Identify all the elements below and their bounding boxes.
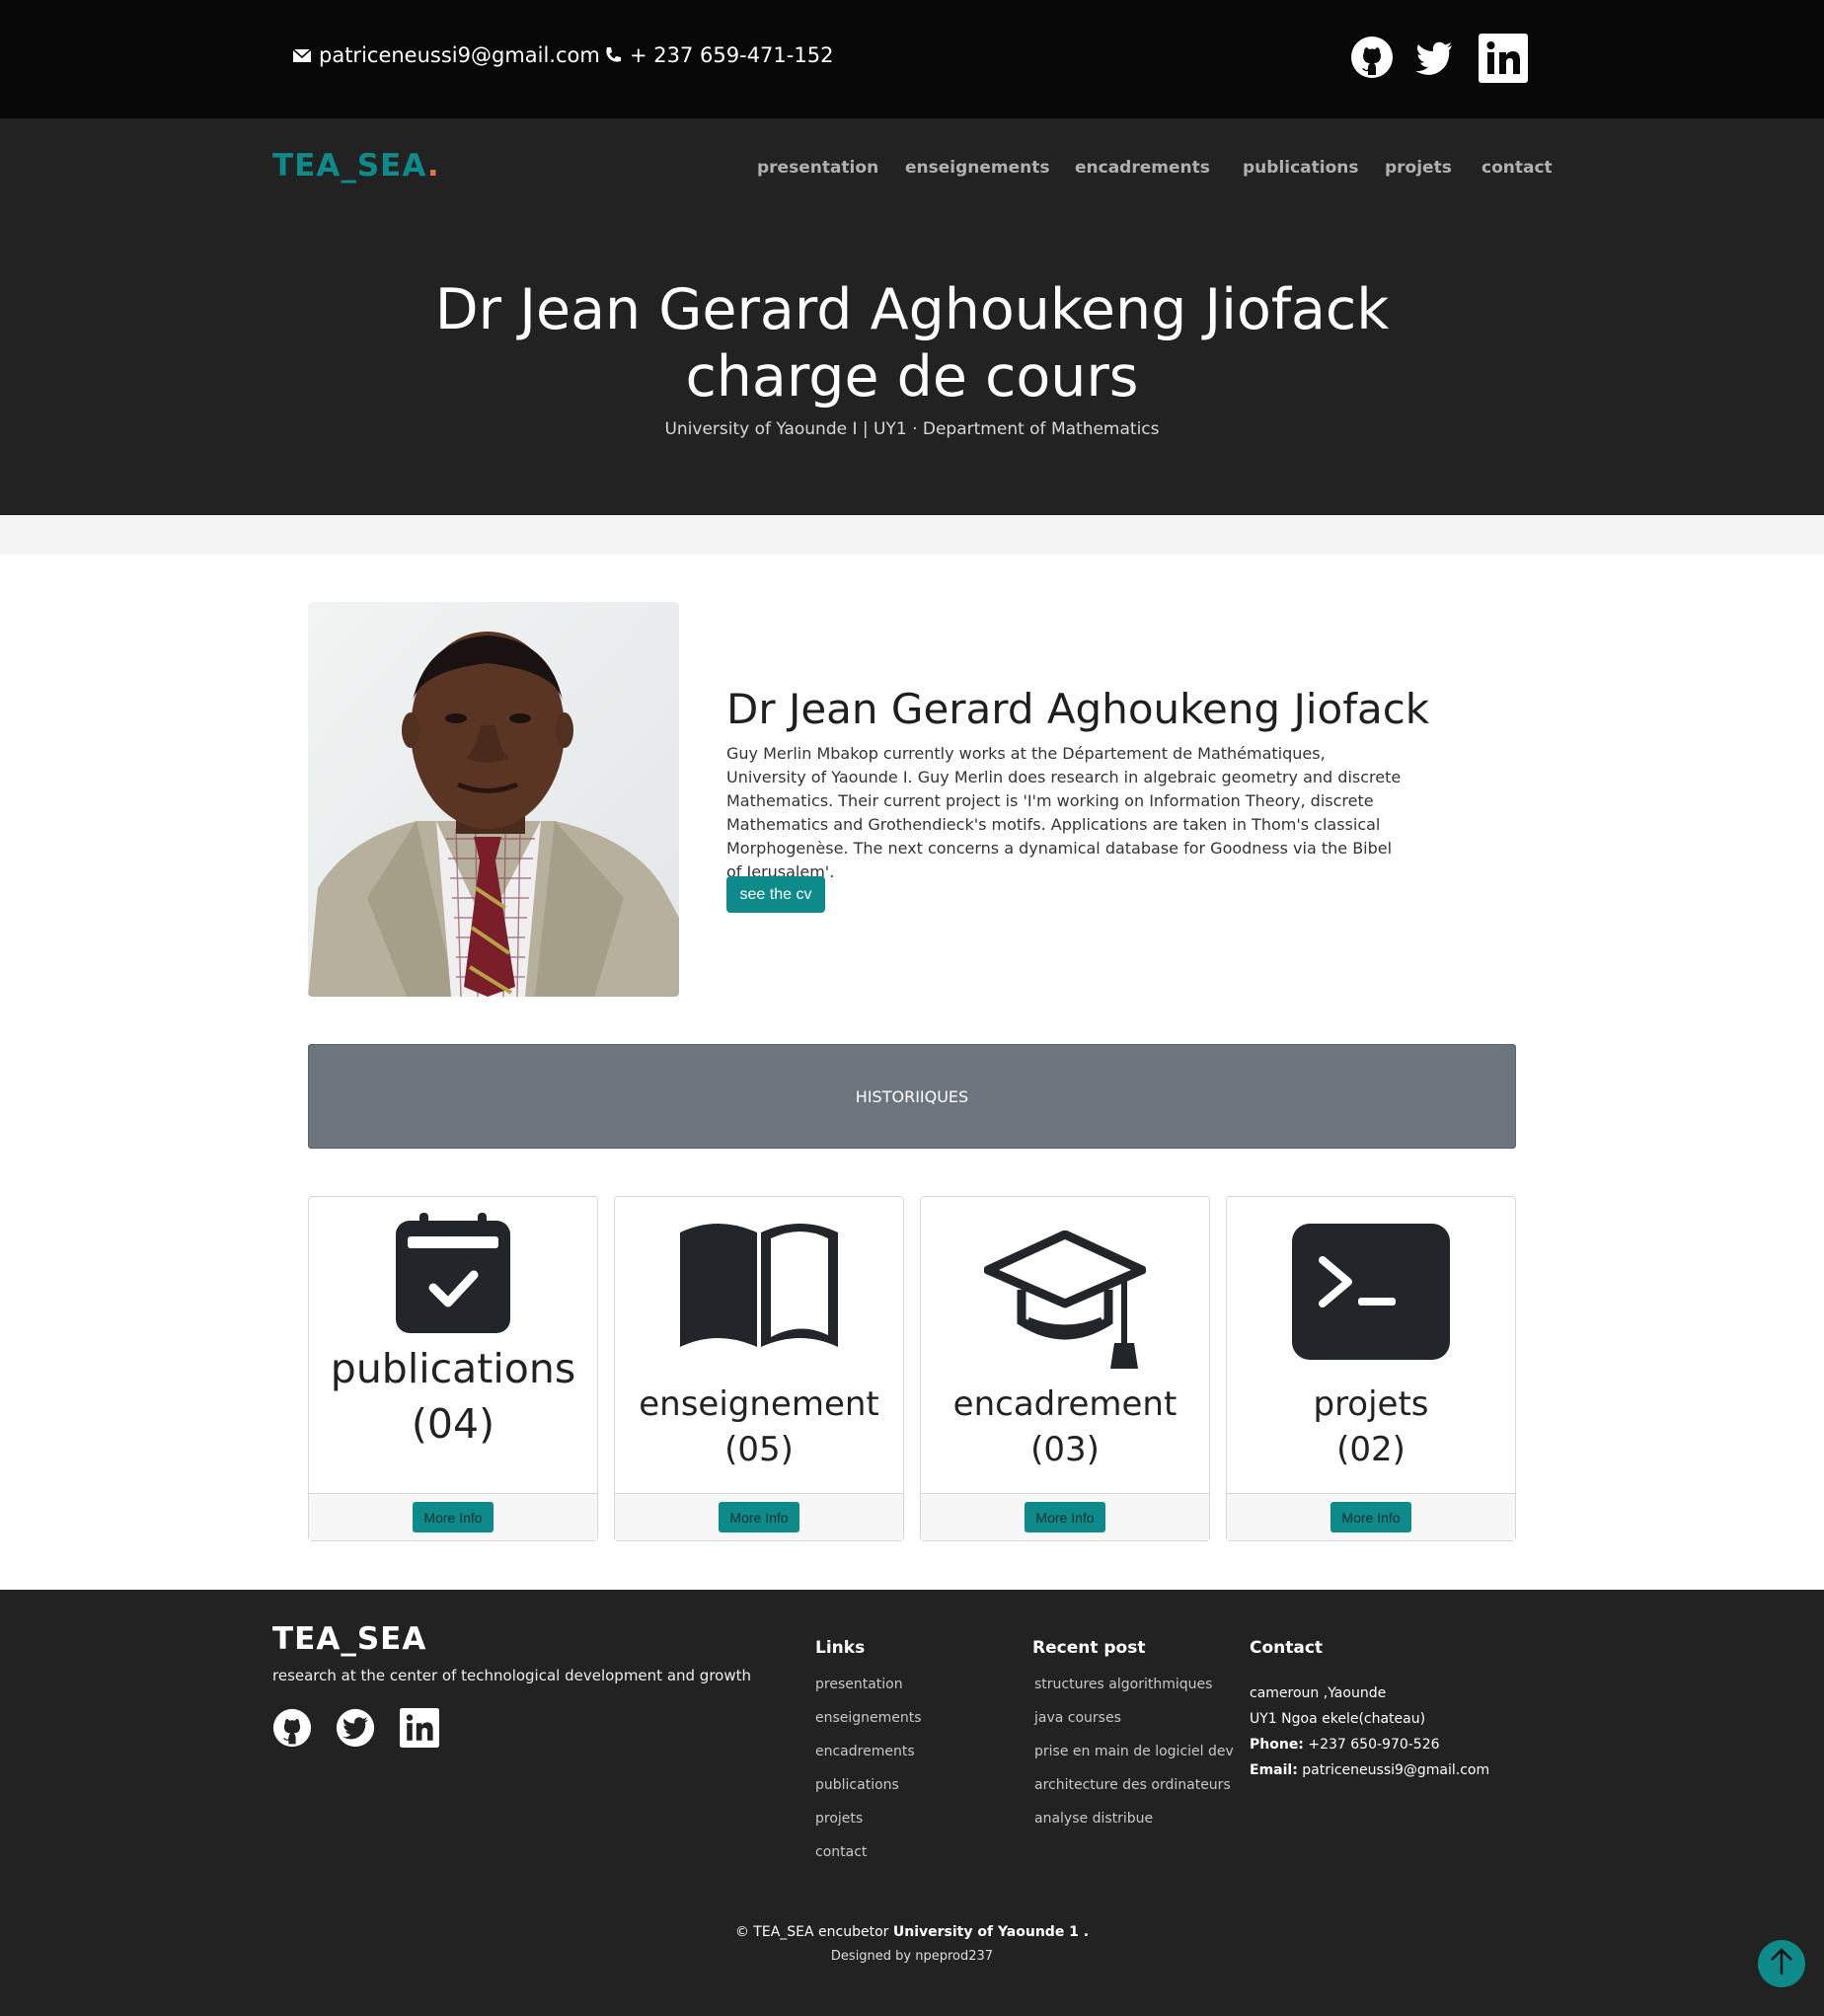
top-contact-bar: patriceneussi9@gmail.com + 237 659-471-1…	[0, 0, 1824, 118]
card-count: (04)	[411, 1400, 495, 1448]
card-count: (05)	[724, 1430, 794, 1469]
github-icon[interactable]	[1350, 36, 1394, 79]
back-to-top-button[interactable]	[1758, 1940, 1805, 1987]
card-title: projets	[1313, 1384, 1429, 1424]
footer-link-contact[interactable]: contact	[815, 1844, 867, 1860]
topbar-email[interactable]: patriceneussi9@gmail.com	[291, 43, 600, 67]
graduation-cap-icon	[921, 1231, 1209, 1369]
card-title: enseignement	[639, 1384, 879, 1424]
footer-links-title: Links	[815, 1638, 866, 1658]
card-footer: More Info	[615, 1493, 903, 1540]
topbar-phone[interactable]: + 237 659-471-152	[602, 43, 833, 67]
card-footer: More Info	[921, 1493, 1209, 1540]
footer-link-publications[interactable]: publications	[815, 1777, 899, 1793]
book-icon	[615, 1219, 903, 1351]
linkedin-icon[interactable]	[400, 1708, 439, 1748]
more-info-button[interactable]: More Info	[719, 1502, 799, 1532]
nav-enseignements[interactable]: enseignements	[905, 158, 1050, 178]
contact-phone: Phone: +237 650-970-526	[1250, 1737, 1440, 1753]
more-info-button[interactable]: More Info	[413, 1502, 494, 1532]
footer-link-enseignements[interactable]: enseignements	[815, 1710, 922, 1726]
topbar-email-text: patriceneussi9@gmail.com	[319, 43, 600, 67]
hero-title: Dr Jean Gerard Aghoukeng Jiofack	[434, 277, 1390, 342]
nav-encadrements[interactable]: encadrements	[1075, 158, 1210, 178]
copyright: © TEA_SEA encubetor University of Yaound…	[734, 1924, 1090, 1940]
linkedin-icon[interactable]	[1479, 34, 1528, 83]
github-icon[interactable]	[272, 1708, 312, 1748]
card-publications: publications (04) More Info	[308, 1196, 598, 1541]
nav-publications[interactable]: publications	[1243, 158, 1359, 178]
designed-by: Designed by npeprod237	[830, 1949, 994, 1964]
terminal-icon	[1227, 1223, 1515, 1361]
contact-city: cameroun ,Yaounde	[1250, 1685, 1387, 1701]
card-title: publications	[330, 1345, 576, 1392]
contact-email: Email: patriceneussi9@gmail.com	[1250, 1762, 1490, 1778]
card-footer: More Info	[309, 1493, 597, 1540]
footer-contact-block: cameroun ,Yaounde UY1 Ngoa ekele(chateau…	[1250, 1680, 1489, 1783]
footer-recent-title: Recent post	[1032, 1638, 1146, 1658]
card-count: (02)	[1336, 1430, 1406, 1469]
footer-link-projets[interactable]: projets	[815, 1811, 863, 1827]
card-title: encadrement	[952, 1384, 1178, 1424]
footer-recent-post[interactable]: architecture des ordinateurs	[1034, 1777, 1231, 1793]
site-footer: TEA_SEA research at the center of techno…	[0, 1590, 1824, 2016]
more-info-button[interactable]: More Info	[1025, 1502, 1105, 1532]
site-logo[interactable]: TEA_SEA.	[272, 148, 440, 184]
see-cv-button[interactable]: see the cv	[726, 876, 825, 913]
envelope-icon	[291, 44, 313, 66]
footer-recent-post[interactable]: prise en main de logiciel dev	[1034, 1744, 1234, 1759]
nav-presentation[interactable]: presentation	[757, 158, 878, 178]
profile-bio: Guy Merlin Mbakop currently works at the…	[726, 744, 1402, 881]
footer-contact-title: Contact	[1250, 1638, 1324, 1658]
footer-recent-post[interactable]: java courses	[1034, 1710, 1121, 1726]
card-projets: projets (02) More Info	[1226, 1196, 1516, 1541]
footer-logo[interactable]: TEA_SEA	[272, 1621, 426, 1657]
topbar-phone-text: + 237 659-471-152	[630, 43, 834, 67]
twitter-icon[interactable]	[336, 1708, 375, 1748]
more-info-button[interactable]: More Info	[1330, 1502, 1411, 1532]
profile-photo	[308, 602, 679, 997]
footer-recent-post[interactable]: analyse distribue	[1034, 1811, 1153, 1827]
arrow-up-icon	[1769, 1947, 1794, 1980]
nav-projets[interactable]: projets	[1385, 158, 1452, 178]
hero-subtitle-role: charge de cours	[685, 344, 1139, 410]
card-enseignement: enseignement (05) More Info	[614, 1196, 904, 1541]
nav-contact[interactable]: contact	[1482, 158, 1553, 178]
card-count: (03)	[1030, 1430, 1100, 1469]
contact-address: UY1 Ngoa ekele(chateau)	[1250, 1711, 1426, 1727]
footer-link-presentation[interactable]: presentation	[815, 1677, 903, 1692]
footer-link-encadrements[interactable]: encadrements	[815, 1744, 915, 1759]
hero-affiliation: University of Yaounde I | UY1 · Departme…	[664, 419, 1160, 439]
phone-icon	[602, 44, 624, 66]
history-label: HISTORIIQUES	[855, 1086, 969, 1106]
profile-name: Dr Jean Gerard Aghoukeng Jiofack	[726, 685, 1430, 733]
section-divider	[0, 515, 1824, 555]
twitter-icon[interactable]	[1412, 36, 1456, 79]
card-footer: More Info	[1227, 1493, 1515, 1540]
calendar-check-icon	[309, 1213, 597, 1335]
card-encadrement: encadrement (03) More Info	[920, 1196, 1210, 1541]
footer-tagline: research at the center of technological …	[272, 1667, 751, 1684]
footer-recent-post[interactable]: structures algorithmiques	[1034, 1677, 1212, 1692]
history-banner[interactable]: HISTORIIQUES	[308, 1044, 1516, 1149]
